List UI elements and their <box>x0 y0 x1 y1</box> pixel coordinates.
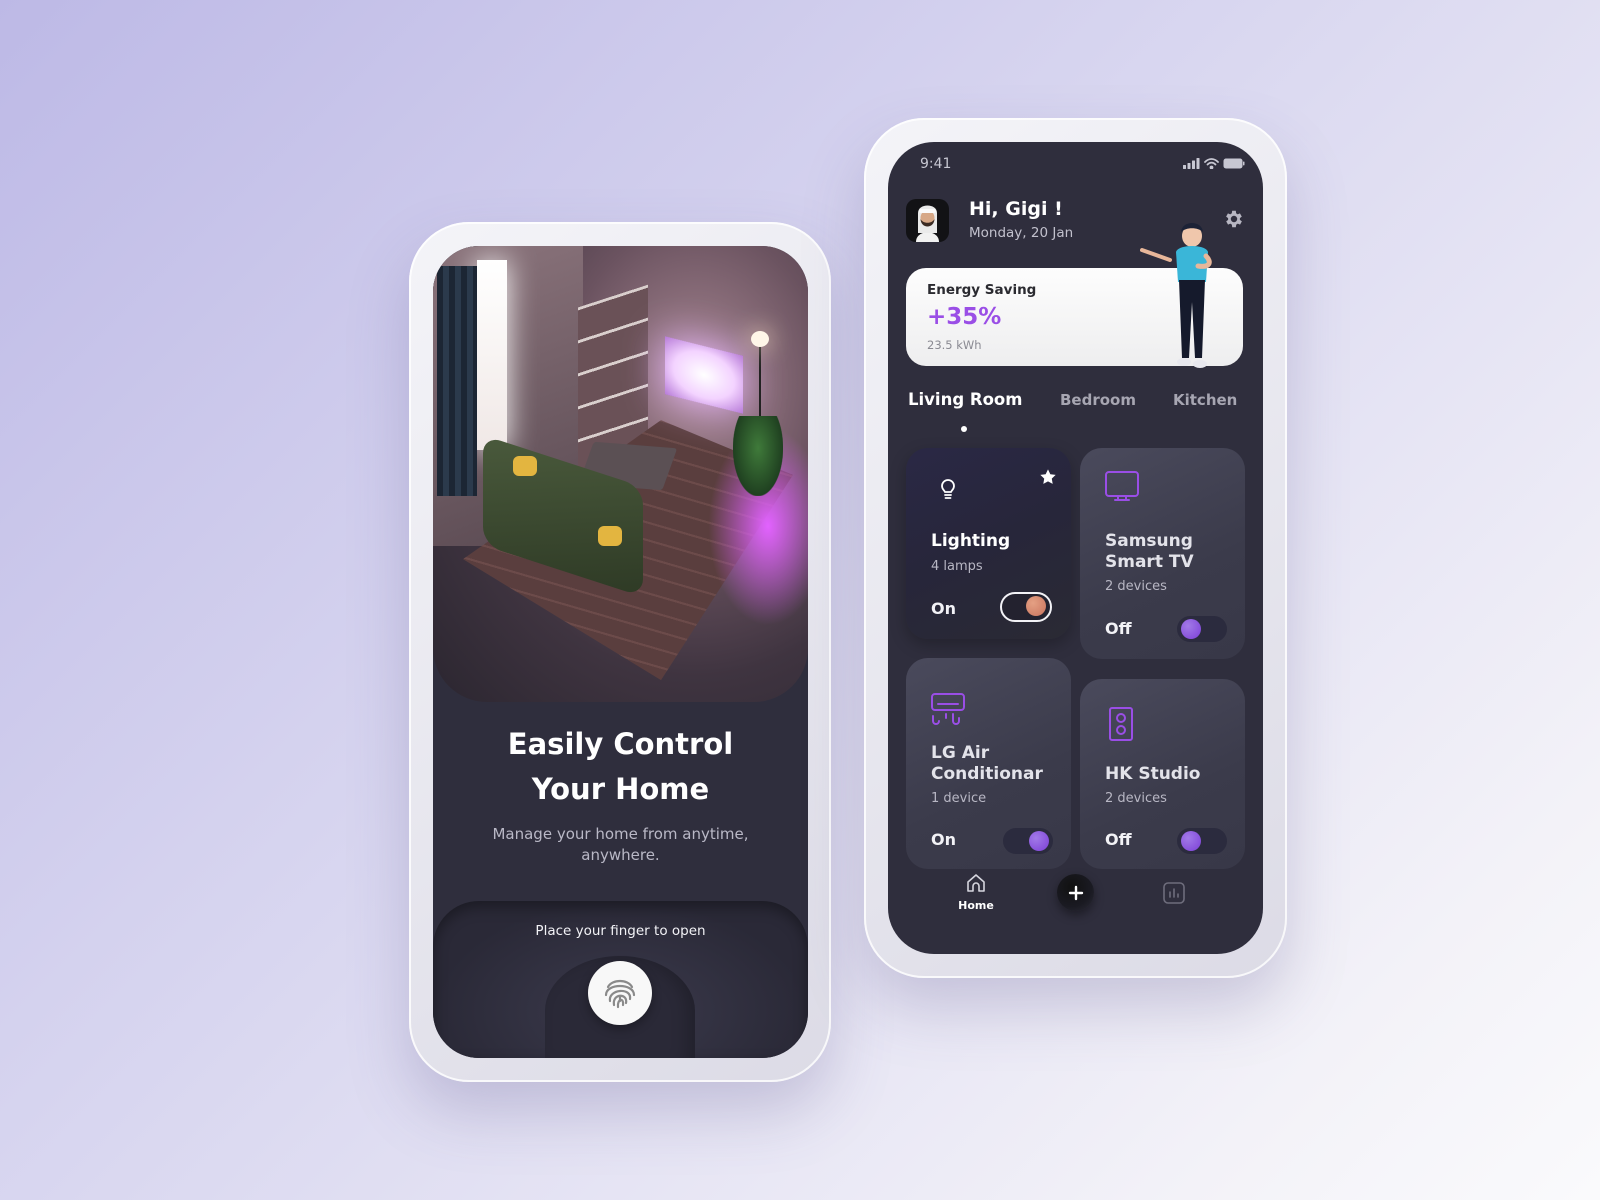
energy-usage: 23.5 kWh <box>927 338 982 352</box>
lightbulb-icon <box>941 479 955 499</box>
energy-saving-label: Energy Saving <box>927 282 1037 298</box>
battery-icon <box>1223 158 1245 169</box>
device-count: 1 device <box>931 791 987 806</box>
living-room-illustration <box>433 246 808 702</box>
speaker-icon <box>1109 707 1133 741</box>
onboarding-title-line2: Your Home <box>531 772 710 806</box>
chart-icon[interactable] <box>1162 881 1186 905</box>
room-window <box>477 260 507 450</box>
room-tv <box>665 336 743 414</box>
room-curtain <box>437 266 477 496</box>
home-icon <box>967 874 985 892</box>
toggle-knob <box>1029 831 1049 851</box>
tv-toggle[interactable] <box>1177 616 1227 642</box>
nav-home-label: Home <box>958 899 994 912</box>
signal-icon <box>1183 158 1200 169</box>
device-state: On <box>931 830 956 849</box>
3d-character-illustration <box>1140 223 1212 368</box>
room-plant <box>733 416 783 496</box>
nav-home[interactable]: Home <box>956 872 996 912</box>
device-state: On <box>931 599 956 618</box>
status-icons <box>1183 158 1245 169</box>
room-lamp <box>751 331 769 347</box>
add-device-button[interactable] <box>1057 874 1094 911</box>
room-pillow <box>598 526 622 546</box>
energy-saving-value: +35% <box>927 304 1002 330</box>
device-card-hk-studio[interactable]: HK Studio 2 devices Off <box>1080 679 1245 869</box>
device-state: Off <box>1105 830 1132 849</box>
device-card-lg-air-conditioner[interactable]: LG Air Conditionar 1 device On <box>906 658 1071 869</box>
favorite-star-icon[interactable] <box>1039 468 1057 486</box>
plus-icon <box>1068 885 1083 900</box>
onboarding-title-line1: Easily Control <box>507 727 734 761</box>
speaker-toggle[interactable] <box>1177 828 1227 854</box>
device-card-lighting[interactable]: Lighting 4 lamps On <box>906 448 1071 639</box>
toggle-knob <box>1181 831 1201 851</box>
bottom-nav: Home <box>888 872 1263 932</box>
avatar-image <box>916 205 939 242</box>
device-name: HK Studio <box>1105 764 1201 784</box>
air-conditioner-icon <box>931 693 965 725</box>
device-card-samsung-tv[interactable]: Samsung Smart TV 2 devices Off <box>1080 448 1245 659</box>
fingerprint-prompt: Place your finger to open <box>535 923 706 939</box>
onboarding-screen: Easily Control Your Home Manage your hom… <box>433 246 808 1058</box>
fingerprint-panel: Place your finger to open <box>433 901 808 1058</box>
device-count: 2 devices <box>1105 791 1167 806</box>
ac-toggle[interactable] <box>1003 828 1053 854</box>
current-date: Monday, 20 Jan <box>969 225 1074 241</box>
tab-living-room[interactable]: Living Room <box>908 390 1022 409</box>
status-time: 9:41 <box>920 156 952 172</box>
toggle-knob <box>1026 596 1046 616</box>
onboarding-title: Easily Control Your Home <box>433 722 808 812</box>
dashboard-screen: 9:41 Hi, Gigi ! Monday, 20 Jan Energy Sa… <box>888 142 1263 954</box>
device-name: LG Air Conditionar <box>931 743 1043 784</box>
greeting: Hi, Gigi ! <box>969 198 1063 220</box>
wifi-icon <box>1204 158 1219 169</box>
device-state: Off <box>1105 619 1132 638</box>
room-pillow <box>513 456 537 476</box>
lighting-toggle[interactable] <box>1000 592 1052 622</box>
fingerprint-button[interactable] <box>588 961 652 1025</box>
toggle-knob <box>1181 619 1201 639</box>
avatar[interactable] <box>906 199 949 242</box>
tv-icon <box>1105 471 1139 501</box>
device-count: 4 lamps <box>931 559 983 574</box>
active-tab-indicator <box>961 426 967 432</box>
tab-kitchen[interactable]: Kitchen <box>1173 391 1237 409</box>
device-name: Lighting <box>931 531 1011 551</box>
onboarding-subtitle: Manage your home from anytime, anywhere. <box>492 825 749 864</box>
tab-bedroom[interactable]: Bedroom <box>1060 391 1136 409</box>
device-count: 2 devices <box>1105 579 1167 594</box>
fingerprint-icon <box>604 979 636 1009</box>
room-tabs: Living Room Bedroom Kitchen <box>888 390 1263 430</box>
device-name: Samsung Smart TV <box>1105 531 1194 572</box>
